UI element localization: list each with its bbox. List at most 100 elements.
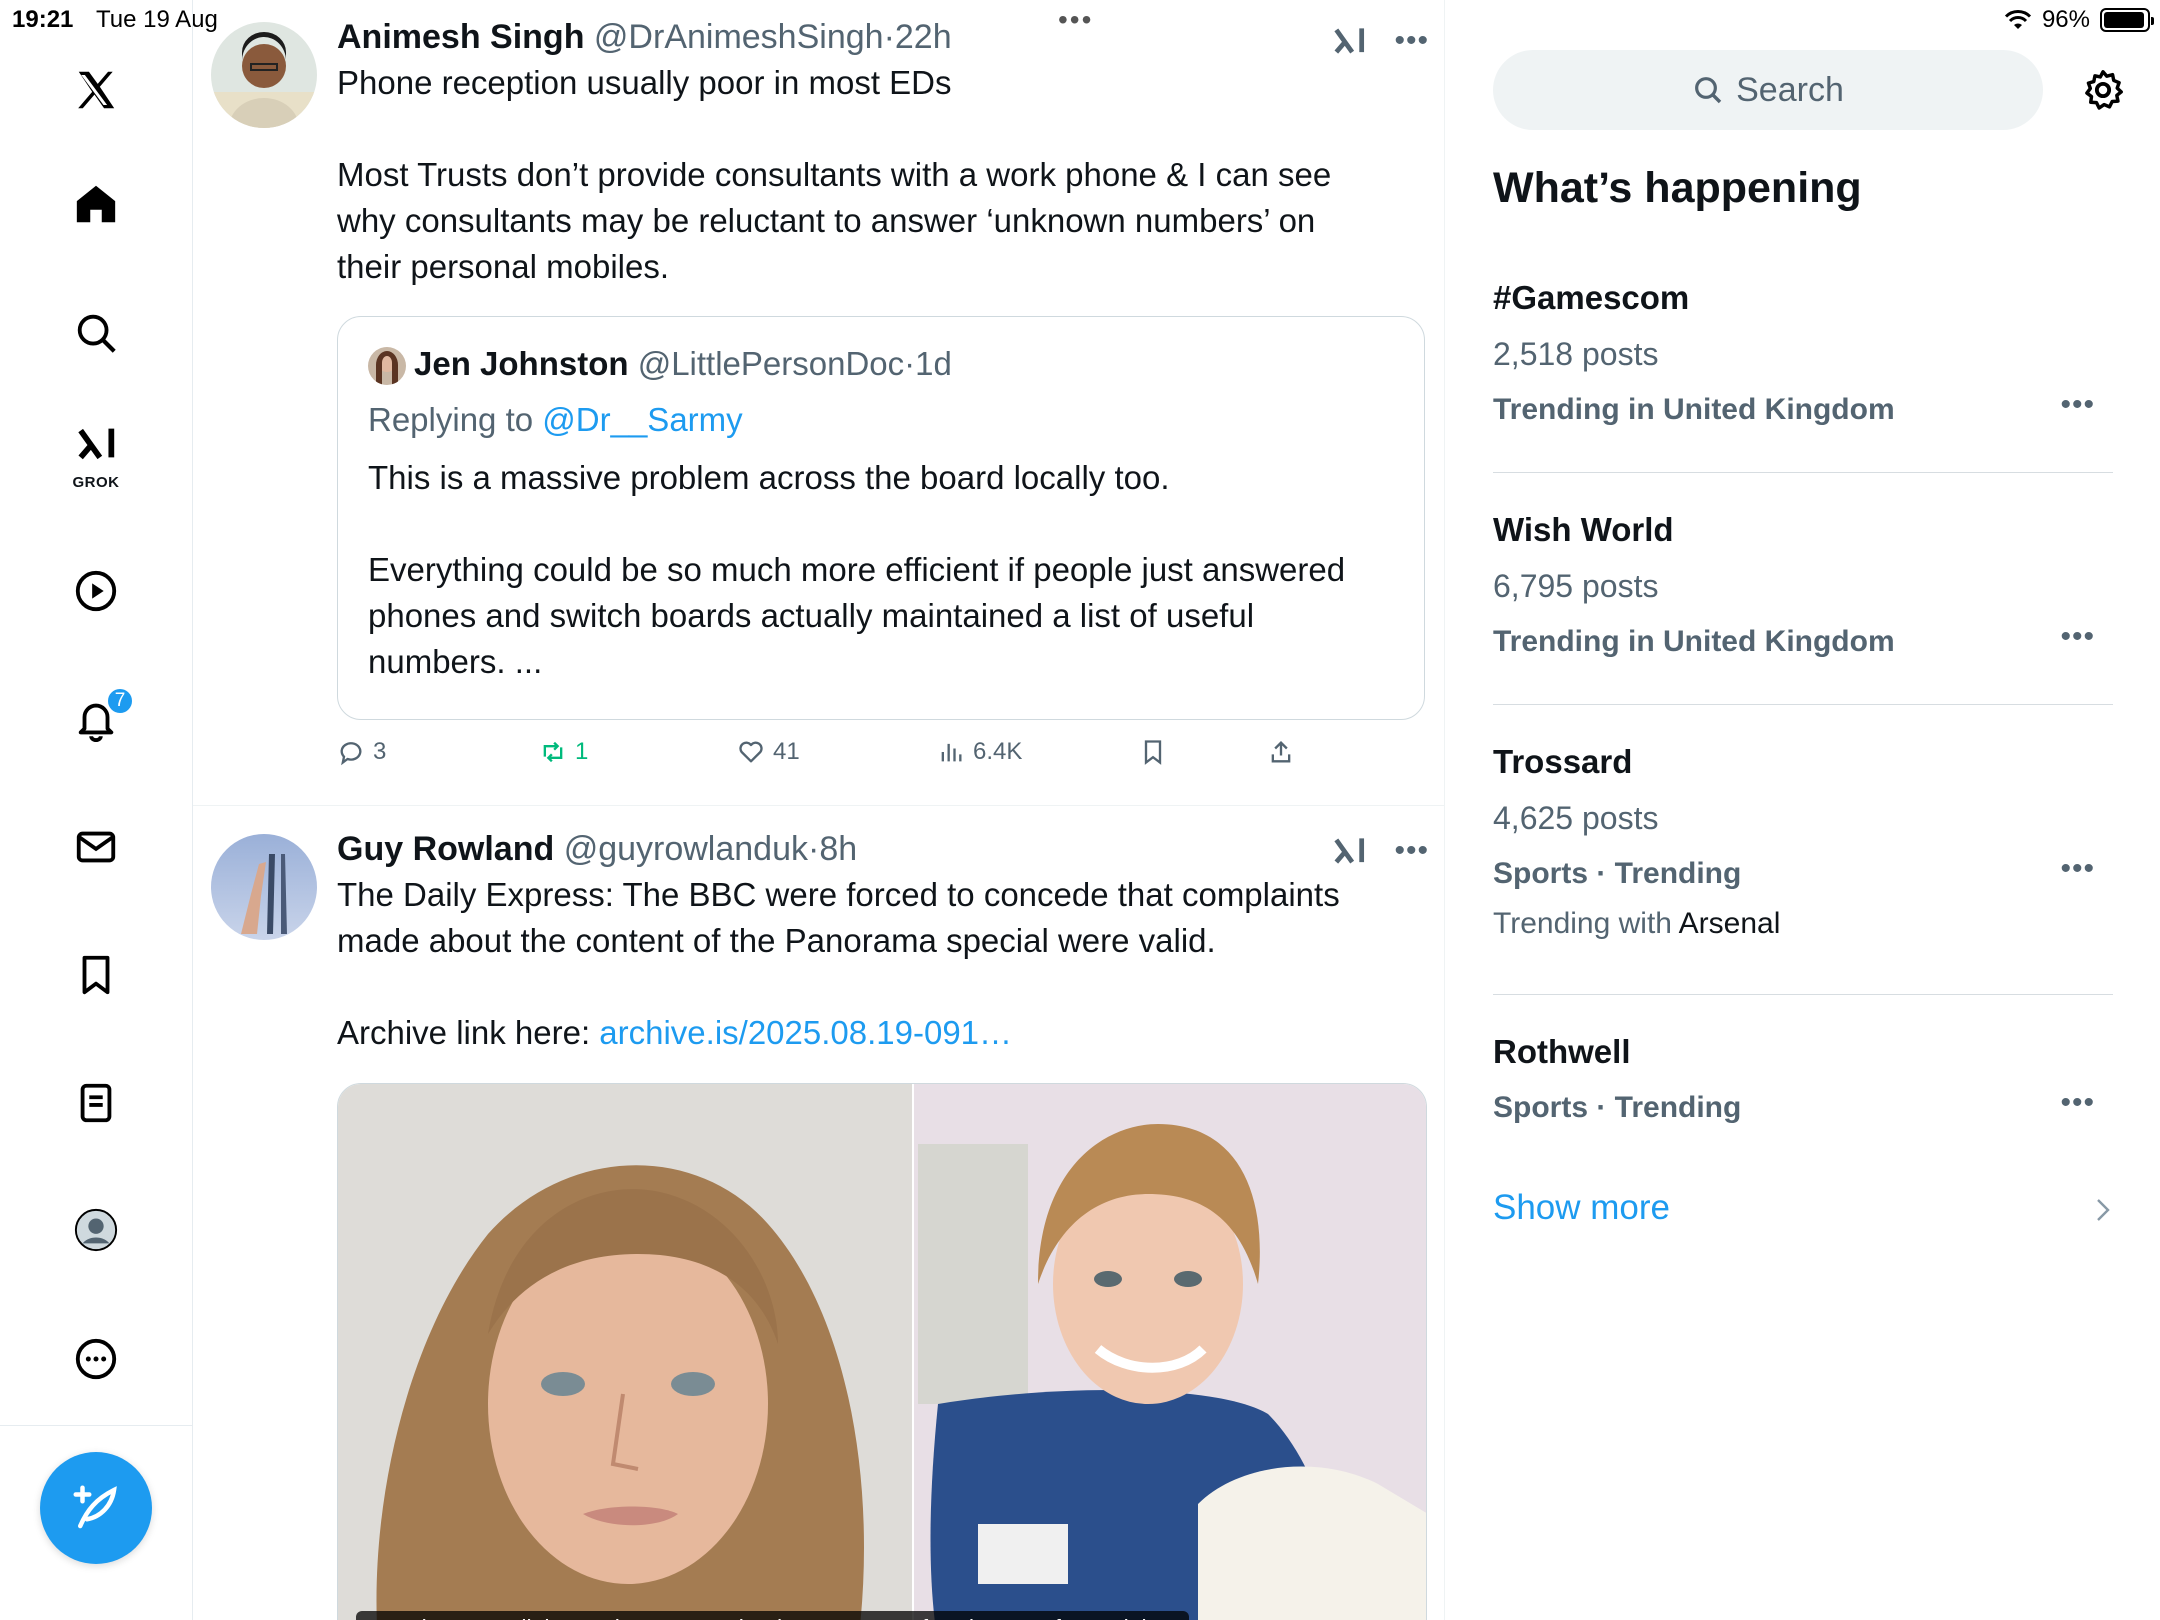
trend-context: Sports · Trending xyxy=(1493,1091,1742,1124)
tweet-header: Guy Rowland @guyrowlanduk·8h xyxy=(337,828,1429,870)
grok-icon[interactable] xyxy=(1330,22,1368,60)
quote-author-name: Jen Johnston xyxy=(414,345,629,382)
timeline: Animesh Singh @DrAnimeshSingh·22h Phone … xyxy=(193,0,1445,1620)
author-avatar[interactable] xyxy=(211,834,317,940)
compose-feather-icon xyxy=(73,1485,117,1529)
views-button[interactable]: 6.4K xyxy=(937,738,1022,766)
trend-item[interactable]: #Gamescom 2,518 posts Trending in United… xyxy=(1493,276,2113,432)
trend-divider xyxy=(1493,994,2113,995)
tweet-media[interactable]: BBC bosses edit harrowing Lucy Letby doc… xyxy=(337,1083,1427,1620)
home-icon[interactable] xyxy=(60,168,132,240)
author-avatar[interactable] xyxy=(211,22,317,128)
trend-context: Trending in United Kingdom xyxy=(1493,393,1895,426)
tweet[interactable]: Animesh Singh @DrAnimeshSingh·22h Phone … xyxy=(193,0,1444,805)
tweet-time[interactable]: 22h xyxy=(895,18,952,56)
lists-icon[interactable] xyxy=(60,1067,132,1139)
quoted-tweet[interactable]: Jen Johnston @LittlePersonDoc·1d Replyin… xyxy=(337,316,1425,720)
trend-item[interactable]: Wish World 6,795 posts Trending in Unite… xyxy=(1493,508,2113,664)
tweet-corner-actions: ••• xyxy=(1330,832,1429,870)
notifications-bell-icon[interactable]: 7 xyxy=(60,683,134,755)
trend-divider xyxy=(1493,704,2113,705)
trend-related: Trending with Arsenal xyxy=(1493,902,2113,946)
tweet-header: Animesh Singh @DrAnimeshSingh·22h xyxy=(337,16,1429,58)
quote-replying-line: Replying to @Dr__Sarmy xyxy=(368,397,1394,443)
author-handle[interactable]: @guyrowlanduk xyxy=(564,830,808,868)
tweet-line: why consultants may be reluctant to answ… xyxy=(337,202,1316,239)
left-navigation: GROK 7 xyxy=(0,0,193,1620)
views-chart-icon xyxy=(941,743,962,762)
archive-link[interactable]: archive.is/2025.08.19-091… xyxy=(599,1014,1012,1051)
tweet-text: The Daily Express: The BBC were forced t… xyxy=(337,872,1429,1056)
grok-icon[interactable] xyxy=(1330,832,1368,870)
more-options-icon[interactable] xyxy=(60,1323,132,1395)
more-options-icon[interactable]: ••• xyxy=(1394,834,1429,868)
replying-to-mention[interactable]: @Dr__Sarmy xyxy=(542,401,742,438)
heart-icon xyxy=(739,741,763,763)
explore-search-icon[interactable] xyxy=(60,297,132,369)
quote-line: numbers. ... xyxy=(368,643,543,681)
trend-more-icon[interactable]: ••• xyxy=(2060,852,2095,886)
tweet-time[interactable]: 8h xyxy=(819,830,857,868)
like-button[interactable]: 41 xyxy=(737,738,800,766)
whats-happening-title: What’s happening xyxy=(1493,164,1862,212)
search-bar[interactable]: Search xyxy=(1493,50,2043,130)
x-logo-icon[interactable] xyxy=(60,54,132,126)
reply-icon xyxy=(340,742,362,766)
reply-button[interactable]: 3 xyxy=(337,738,386,766)
bookmarks-icon[interactable] xyxy=(60,939,132,1011)
right-sidebar: Search What’s happening #Gamescom 2,518 … xyxy=(1445,0,2160,1620)
search-icon xyxy=(1695,77,1722,104)
share-button[interactable] xyxy=(1267,738,1295,766)
trend-related-prefix: Trending with xyxy=(1493,907,1672,940)
profile-avatar-icon[interactable] xyxy=(60,1194,132,1266)
trend-more-icon[interactable]: ••• xyxy=(2060,1086,2095,1120)
bookmark-button[interactable] xyxy=(1139,738,1167,766)
like-count: 41 xyxy=(773,738,800,765)
video-play-icon[interactable] xyxy=(60,555,132,627)
trend-related-term[interactable]: Arsenal xyxy=(1679,907,1781,940)
settings-gear-icon[interactable] xyxy=(2075,62,2131,118)
quote-author-avatar xyxy=(368,347,406,386)
trend-name: Trossard xyxy=(1493,743,1633,780)
quote-line: phones and switch boards actually mainta… xyxy=(368,597,1255,635)
reply-count: 3 xyxy=(373,738,387,765)
meta-separator: · xyxy=(883,18,895,56)
trend-post-count: 4,625 posts xyxy=(1493,800,1659,836)
trend-context: Trending in United Kingdom xyxy=(1493,625,1895,658)
quote-text: This is a massive problem across the boa… xyxy=(368,455,1394,685)
view-count: 6.4K xyxy=(973,738,1023,765)
bookmark-icon xyxy=(1144,740,1162,765)
tweet-actions: 3 1 41 6.4K xyxy=(337,738,1444,778)
chevron-right-icon[interactable] xyxy=(2093,1196,2113,1224)
trend-context: Sports · Trending xyxy=(1493,857,1742,890)
author-name[interactable]: Guy Rowland xyxy=(337,830,554,868)
grok-icon[interactable]: GROK xyxy=(60,418,132,491)
quote-author-handle: @LittlePersonDoc xyxy=(637,345,905,382)
grok-label: GROK xyxy=(72,474,120,491)
quote-time: 1d xyxy=(915,345,952,382)
more-options-icon[interactable]: ••• xyxy=(1394,24,1429,58)
tweet-line: The Daily Express: The BBC were forced t… xyxy=(337,876,1340,913)
meta-separator: · xyxy=(904,345,916,382)
show-more-link[interactable]: Show more xyxy=(1493,1188,1670,1228)
quote-line: Everything could be so much more efficie… xyxy=(368,551,1346,589)
nav-divider xyxy=(0,1425,193,1426)
trend-name: Rothwell xyxy=(1493,1033,1631,1070)
trend-item[interactable]: Trossard 4,625 posts Sports · Trending T… xyxy=(1493,740,2113,946)
author-handle[interactable]: @DrAnimeshSingh xyxy=(594,18,884,56)
tweet-line: their personal mobiles. xyxy=(337,248,669,285)
author-name[interactable]: Animesh Singh xyxy=(337,18,584,56)
compose-post-button[interactable] xyxy=(40,1452,152,1564)
tweet-text: Phone reception usually poor in most EDs… xyxy=(337,60,1429,290)
trend-item[interactable]: Rothwell Sports · Trending ••• xyxy=(1493,1030,2113,1130)
quote-line: This is a massive problem across the boa… xyxy=(368,459,1170,497)
messages-mail-icon[interactable] xyxy=(60,811,132,883)
notifications-badge: 7 xyxy=(106,687,134,715)
share-icon xyxy=(1271,741,1291,763)
trend-more-icon[interactable]: ••• xyxy=(2060,388,2095,422)
trend-divider xyxy=(1493,472,2113,473)
meta-separator: · xyxy=(808,830,820,868)
search-placeholder: Search xyxy=(1736,70,1844,109)
repost-button[interactable]: 1 xyxy=(539,738,588,766)
trend-more-icon[interactable]: ••• xyxy=(2060,620,2095,654)
